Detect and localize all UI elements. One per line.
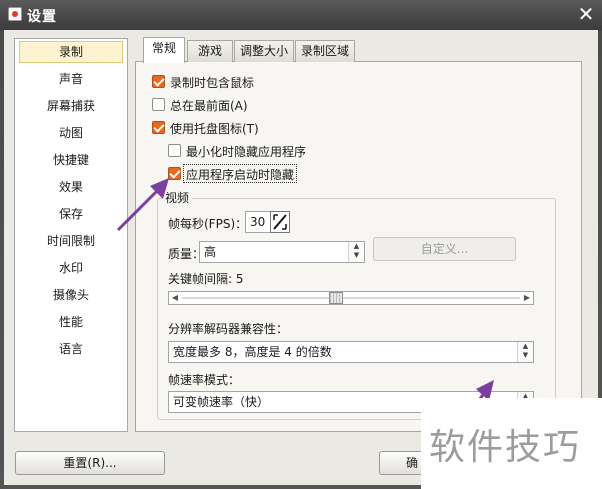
fps-toggle-icon[interactable] <box>270 211 290 233</box>
nav-item-performance[interactable]: 性能 <box>19 311 123 333</box>
checkbox-checked[interactable] <box>152 75 165 88</box>
title-bar[interactable]: 设置 ✕ <box>0 0 602 30</box>
slider-thumb[interactable] <box>329 292 343 304</box>
resolution-select[interactable]: 宽度最多 8，高度是 4 的倍数 ▲ ▼ <box>168 341 534 363</box>
checkbox-checked[interactable] <box>168 167 181 180</box>
option-label: 最小化时隐藏应用程序 <box>186 145 307 159</box>
option-include-cursor[interactable]: 录制时包含鼠标 <box>152 73 272 91</box>
window-title: 设置 <box>27 9 57 25</box>
option-label: 应用程序启动时隐藏 <box>186 168 295 182</box>
option-tray-icon[interactable]: 使用托盘图标(T) <box>152 119 272 137</box>
resolution-label: 分辨率解码器兼容性： <box>168 322 289 336</box>
app-icon <box>8 7 22 21</box>
checkbox-checked[interactable] <box>152 121 165 134</box>
nav-item-watermark[interactable]: 水印 <box>19 257 123 279</box>
slider-right-arrow-icon[interactable]: ▶ <box>521 292 533 304</box>
option-label: 总在最前面(A) <box>170 99 248 113</box>
resolution-value: 宽度最多 8，高度是 4 的倍数 <box>173 345 332 359</box>
keyframe-label: 关键帧间隔: 5 <box>168 272 244 286</box>
keyframe-slider[interactable]: ◀ ▶ <box>168 291 534 305</box>
slider-rail <box>182 297 520 299</box>
watermark-text: 软件技巧 <box>429 427 582 468</box>
nav-item-language[interactable]: 语言 <box>19 338 123 360</box>
fps-label: 帧每秒(FPS)： <box>168 217 248 231</box>
nav-item-record[interactable]: 录制 <box>19 41 123 63</box>
close-button[interactable]: ✕ <box>575 3 597 25</box>
nav-item-webcam[interactable]: 摄像头 <box>19 284 123 306</box>
option-label: 录制时包含鼠标 <box>170 76 255 90</box>
option-label: 使用托盘图标(T) <box>170 122 259 136</box>
checkbox-unchecked[interactable] <box>152 98 165 111</box>
tab-game[interactable]: 游戏 <box>187 40 233 62</box>
tab-resize[interactable]: 调整大小 <box>234 40 294 62</box>
framerate-mode-value: 可变帧速率（快） <box>173 395 270 409</box>
custom-button[interactable]: 自定义... <box>373 237 516 261</box>
nav-item-gif[interactable]: 动图 <box>19 122 123 144</box>
checkbox-unchecked[interactable] <box>168 144 181 157</box>
fps-input[interactable]: 30 <box>245 211 272 233</box>
option-always-on-top[interactable]: 总在最前面(A) <box>152 96 272 114</box>
nav-item-save[interactable]: 保存 <box>19 203 123 225</box>
framerate-mode-label: 帧速率模式： <box>168 373 241 387</box>
reset-button[interactable]: 重置(R)... <box>15 451 165 475</box>
quality-value: 高 <box>204 245 217 259</box>
watermark-overlay: 软件技巧 <box>421 398 602 489</box>
resize-arrows-icon <box>273 214 287 230</box>
nav-item-time-limit[interactable]: 时间限制 <box>19 230 123 252</box>
tab-general[interactable]: 常规 <box>143 37 185 63</box>
slider-left-arrow-icon[interactable]: ◀ <box>169 292 181 304</box>
tab-record-area[interactable]: 录制区域 <box>295 40 355 62</box>
nav-item-sound[interactable]: 声音 <box>19 68 123 90</box>
select-arrows-icon[interactable]: ▲▼ <box>517 342 533 362</box>
option-hide-on-start[interactable]: 应用程序启动时隐藏 <box>168 165 298 183</box>
nav-item-effects[interactable]: 效果 <box>19 176 123 198</box>
nav-item-screen-capture[interactable]: 屏幕捕获 <box>19 95 123 117</box>
nav-item-hotkeys[interactable]: 快捷键 <box>19 149 123 171</box>
option-hide-on-minimize[interactable]: 最小化时隐藏应用程序 <box>168 142 318 160</box>
video-group-title: 视频 <box>162 189 193 206</box>
settings-nav: 录制 声音 屏幕捕获 动图 快捷键 效果 保存 时间限制 水印 摄像头 性能 语… <box>14 38 128 432</box>
quality-select[interactable]: 高 ▲ ▼ <box>199 241 365 263</box>
select-arrows-icon[interactable]: ▲▼ <box>348 242 364 262</box>
